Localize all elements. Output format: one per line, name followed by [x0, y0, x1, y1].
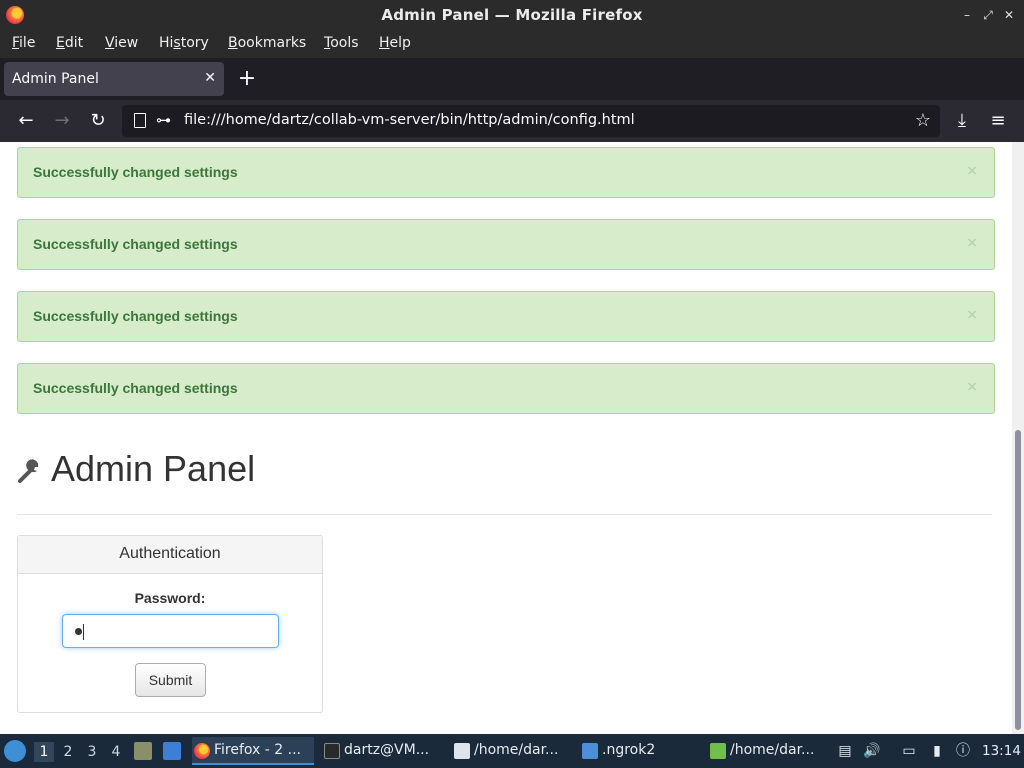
- task-label: .ngrok2: [602, 742, 656, 758]
- task-text-editor[interactable]: /home/dar...: [452, 737, 570, 765]
- password-mask-dot: [75, 628, 82, 635]
- task-file-manager[interactable]: /home/dar...: [708, 737, 826, 765]
- menu-view[interactable]: View: [105, 35, 138, 51]
- panel-header: Authentication: [18, 536, 322, 574]
- menu-edit[interactable]: Edit: [56, 35, 83, 51]
- alert-close-icon[interactable]: ×: [966, 379, 978, 395]
- file-manager-launcher-icon[interactable]: [134, 742, 152, 760]
- back-icon[interactable]: ←: [14, 109, 38, 133]
- success-alert: Successfully changed settings ×: [17, 291, 995, 342]
- url-bar[interactable]: ⊶ file:///home/dartz/collab-vm-server/bi…: [122, 105, 940, 137]
- authentication-panel: Authentication Password: Submit: [17, 535, 323, 713]
- forward-icon: →: [54, 110, 70, 131]
- workspace-3[interactable]: 3: [82, 742, 102, 762]
- notification-icon[interactable]: ⓘ: [954, 742, 972, 760]
- clock[interactable]: 13:14: [982, 743, 1021, 759]
- scrollbar-thumb[interactable]: [1015, 430, 1021, 730]
- alert-text: Successfully changed settings: [33, 236, 238, 252]
- window-title: Admin Panel — Mozilla Firefox: [381, 6, 643, 24]
- task-label: /home/dar...: [474, 742, 559, 758]
- file-manager-icon: [710, 743, 726, 759]
- bookmark-star-icon[interactable]: ☆: [911, 109, 935, 133]
- submit-label: Submit: [148, 672, 193, 688]
- alert-text: Successfully changed settings: [33, 164, 238, 180]
- page-content: Successfully changed settings × Successf…: [0, 142, 1012, 734]
- divider: [17, 514, 992, 515]
- folder-icon: [582, 743, 598, 759]
- alert-text: Successfully changed settings: [33, 380, 238, 396]
- reload-icon[interactable]: ↻: [86, 109, 110, 133]
- workspace-4[interactable]: 4: [106, 742, 126, 762]
- storage-icon[interactable]: ▤: [836, 742, 854, 760]
- submit-button[interactable]: Submit: [135, 663, 206, 697]
- menu-tools[interactable]: Tools: [324, 35, 359, 51]
- maximize-icon[interactable]: ⤢: [979, 6, 997, 24]
- tab-label: Admin Panel: [12, 71, 99, 87]
- taskbar: 1 2 3 4 Firefox - 2 ... dartz@VM... /hom…: [0, 734, 1024, 768]
- menu-bookmarks[interactable]: Bookmarks: [228, 35, 306, 51]
- url-text[interactable]: file:///home/dartz/collab-vm-server/bin/…: [184, 112, 635, 128]
- firefox-icon: [194, 743, 210, 759]
- clipboard-icon[interactable]: ▮: [928, 742, 946, 760]
- workspace-2[interactable]: 2: [58, 742, 78, 762]
- minimize-icon[interactable]: –: [958, 6, 976, 24]
- volume-icon[interactable]: 🔊: [863, 742, 881, 760]
- close-tab-icon[interactable]: ✕: [204, 70, 216, 86]
- app-menu-icon[interactable]: ≡: [986, 109, 1010, 133]
- workspace-1[interactable]: 1: [34, 742, 54, 762]
- panel-title: Authentication: [119, 545, 221, 562]
- alert-close-icon[interactable]: ×: [966, 307, 978, 323]
- wrench-icon: [18, 459, 39, 483]
- success-alert: Successfully changed settings ×: [17, 147, 995, 198]
- task-label: dartz@VM...: [344, 742, 430, 758]
- menu-bar: File Edit View History Bookmarks Tools H…: [0, 30, 1024, 58]
- task-label: Firefox - 2 ...: [214, 742, 301, 758]
- task-folder[interactable]: .ngrok2: [580, 737, 700, 765]
- success-alert: Successfully changed settings ×: [17, 363, 995, 414]
- tab-bar: Admin Panel ✕: [0, 58, 1024, 100]
- menu-history[interactable]: History: [159, 35, 209, 51]
- menu-help[interactable]: Help: [379, 35, 411, 51]
- network-icon[interactable]: ▭: [900, 742, 918, 760]
- alert-text: Successfully changed settings: [33, 308, 238, 324]
- task-terminal[interactable]: dartz@VM...: [322, 737, 442, 765]
- new-tab-button[interactable]: +: [236, 66, 258, 92]
- alert-close-icon[interactable]: ×: [966, 163, 978, 179]
- close-window-icon[interactable]: ✕: [1000, 6, 1018, 24]
- text-editor-icon: [454, 743, 470, 759]
- success-alert: Successfully changed settings ×: [17, 219, 995, 270]
- terminal-icon: [324, 743, 340, 759]
- password-label: Password:: [134, 590, 206, 606]
- permissions-key-icon[interactable]: ⊶: [156, 111, 171, 129]
- task-label: /home/dar...: [730, 742, 815, 758]
- show-desktop-icon[interactable]: [163, 742, 181, 760]
- task-firefox[interactable]: Firefox - 2 ...: [192, 737, 314, 765]
- page-icon: [134, 113, 146, 128]
- window-titlebar: Admin Panel — Mozilla Firefox – ⤢ ✕: [0, 0, 1024, 30]
- tab-admin-panel[interactable]: Admin Panel ✕: [4, 62, 224, 96]
- downloads-icon[interactable]: ⤓: [950, 109, 974, 133]
- password-input[interactable]: [62, 614, 279, 648]
- page-title: Admin Panel: [51, 448, 256, 489]
- menu-file[interactable]: File: [12, 35, 35, 51]
- page-scrollbar[interactable]: [1012, 142, 1024, 734]
- text-caret: [83, 624, 84, 640]
- navigation-bar: ← → ↻ ⊶ file:///home/dartz/collab-vm-ser…: [0, 100, 1024, 142]
- alert-close-icon[interactable]: ×: [966, 235, 978, 251]
- start-menu-icon[interactable]: [4, 740, 26, 762]
